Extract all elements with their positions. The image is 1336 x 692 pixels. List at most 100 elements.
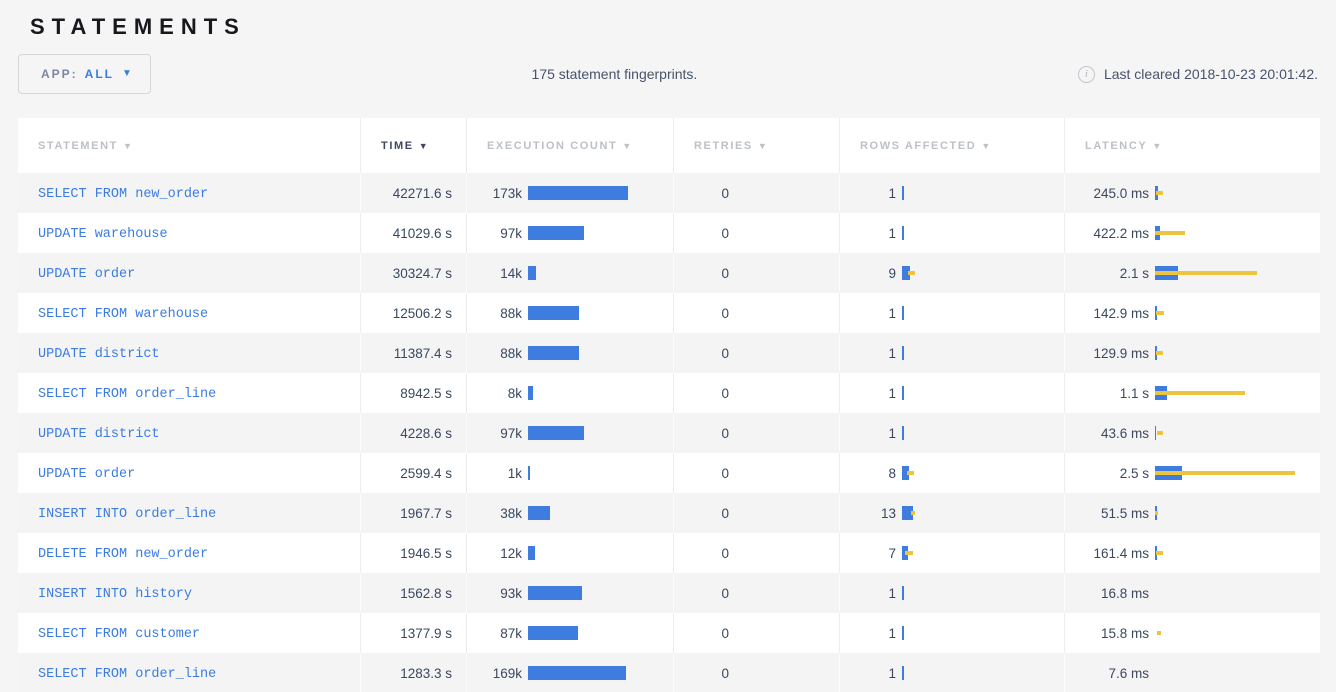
sort-arrow-icon: ▼ bbox=[758, 141, 769, 151]
bar-chart bbox=[1155, 625, 1320, 641]
bar-chart bbox=[1155, 185, 1320, 201]
bar-chart bbox=[902, 345, 1064, 361]
bar-value: 2.1 s bbox=[1065, 266, 1149, 281]
bar-value: 1 bbox=[840, 666, 896, 681]
table-row: SELECT FROM new_order42271.6 s173k01245.… bbox=[18, 173, 1320, 213]
bar-chart bbox=[1155, 465, 1320, 481]
statement-link[interactable]: UPDATE warehouse bbox=[38, 227, 168, 242]
bar-value: 0 bbox=[674, 226, 729, 241]
bar-value: 0 bbox=[674, 426, 729, 441]
stddev-bar bbox=[1156, 551, 1163, 555]
statement-link[interactable]: INSERT INTO order_line bbox=[38, 507, 216, 522]
bar-chart bbox=[528, 545, 673, 561]
statement-link[interactable]: SELECT FROM order_line bbox=[38, 387, 216, 402]
app-filter-dropdown[interactable]: APP: ALL ▼ bbox=[18, 54, 151, 94]
bar-value: 15.8 ms bbox=[1065, 626, 1149, 641]
mean-bar bbox=[902, 666, 904, 680]
bar-value: 88k bbox=[467, 306, 522, 321]
bar-chart bbox=[902, 625, 1064, 641]
mean-bar bbox=[902, 386, 904, 400]
bar-value: 1 bbox=[840, 426, 896, 441]
statement-count-summary: 175 statement fingerprints. bbox=[151, 66, 1078, 82]
mean-bar bbox=[528, 546, 535, 560]
bar-value: 173k bbox=[467, 186, 522, 201]
statement-link[interactable]: UPDATE district bbox=[38, 427, 160, 442]
page-title: STATEMENTS bbox=[30, 14, 1336, 40]
bar-chart bbox=[528, 265, 673, 281]
column-header-latency[interactable]: LATENCY▼ bbox=[1064, 118, 1320, 173]
stddev-bar bbox=[1156, 351, 1163, 355]
bar-chart bbox=[1155, 345, 1320, 361]
mean-bar bbox=[528, 426, 584, 440]
bar-chart bbox=[902, 585, 1064, 601]
sort-arrow-icon: ▼ bbox=[622, 141, 633, 151]
column-header-statement[interactable]: STATEMENT▼ bbox=[18, 118, 360, 173]
statement-link[interactable]: SELECT FROM new_order bbox=[38, 187, 208, 202]
stddev-bar bbox=[1155, 271, 1257, 275]
bar-value: 1 bbox=[840, 306, 896, 321]
bar-chart bbox=[528, 585, 673, 601]
bar-chart bbox=[902, 185, 1064, 201]
statement-link[interactable]: SELECT FROM customer bbox=[38, 627, 200, 642]
bar-chart bbox=[735, 185, 839, 201]
mean-bar bbox=[528, 386, 533, 400]
bar-chart bbox=[1155, 585, 1320, 601]
bar-chart bbox=[528, 225, 673, 241]
bar-value: 1 bbox=[840, 226, 896, 241]
bar-chart bbox=[735, 665, 839, 681]
bar-value: 8 bbox=[840, 466, 896, 481]
mean-bar bbox=[902, 186, 904, 200]
time-value: 1946.5 s bbox=[360, 533, 466, 573]
column-header-rows-affected[interactable]: ROWS AFFECTED▼ bbox=[839, 118, 1064, 173]
mean-bar bbox=[528, 266, 536, 280]
time-value: 30324.7 s bbox=[360, 253, 466, 293]
column-header-time[interactable]: TIME▼ bbox=[360, 118, 466, 173]
time-value: 1967.7 s bbox=[360, 493, 466, 533]
statement-link[interactable]: UPDATE order bbox=[38, 467, 135, 482]
table-row: UPDATE district11387.4 s88k01129.9 ms bbox=[18, 333, 1320, 373]
bar-chart bbox=[1155, 545, 1320, 561]
mean-bar bbox=[528, 666, 626, 680]
bar-value: 422.2 ms bbox=[1065, 226, 1149, 241]
bar-chart bbox=[735, 425, 839, 441]
statement-link[interactable]: SELECT FROM order_line bbox=[38, 667, 216, 682]
time-value: 1377.9 s bbox=[360, 613, 466, 653]
time-value: 2599.4 s bbox=[360, 453, 466, 493]
column-header-retries[interactable]: RETRIES▼ bbox=[673, 118, 839, 173]
app-filter-label: APP: bbox=[41, 67, 78, 81]
bar-value: 93k bbox=[467, 586, 522, 601]
bar-value: 0 bbox=[674, 386, 729, 401]
mean-bar bbox=[528, 226, 584, 240]
bar-chart bbox=[735, 385, 839, 401]
time-value: 12506.2 s bbox=[360, 293, 466, 333]
last-cleared-text: Last cleared 2018-10-23 20:01:42. bbox=[1104, 66, 1318, 82]
statement-link[interactable]: UPDATE district bbox=[38, 347, 160, 362]
info-icon[interactable]: i bbox=[1078, 66, 1095, 83]
bar-value: 0 bbox=[674, 666, 729, 681]
bar-value: 0 bbox=[674, 626, 729, 641]
table-row: SELECT FROM warehouse12506.2 s88k01142.9… bbox=[18, 293, 1320, 333]
table-row: UPDATE warehouse41029.6 s97k01422.2 ms bbox=[18, 213, 1320, 253]
bar-value: 14k bbox=[467, 266, 522, 281]
bar-chart bbox=[1155, 425, 1320, 441]
statements-page: STATEMENTS APP: ALL ▼ 175 statement fing… bbox=[0, 14, 1336, 692]
statement-link[interactable]: UPDATE order bbox=[38, 267, 135, 282]
bar-value: 88k bbox=[467, 346, 522, 361]
stddev-bar bbox=[1157, 431, 1163, 435]
table-row: SELECT FROM customer1377.9 s87k0115.8 ms bbox=[18, 613, 1320, 653]
mean-bar bbox=[528, 306, 579, 320]
mean-bar bbox=[902, 346, 904, 360]
statement-link[interactable]: SELECT FROM warehouse bbox=[38, 307, 208, 322]
bar-value: 1k bbox=[467, 466, 522, 481]
bar-value: 38k bbox=[467, 506, 522, 521]
bar-value: 1 bbox=[840, 346, 896, 361]
column-header-execution-count[interactable]: EXECUTION COUNT▼ bbox=[466, 118, 673, 173]
bar-value: 0 bbox=[674, 306, 729, 321]
bar-chart bbox=[902, 465, 1064, 481]
bar-value: 0 bbox=[674, 266, 729, 281]
statement-link[interactable]: DELETE FROM new_order bbox=[38, 547, 208, 562]
bar-value: 1 bbox=[840, 626, 896, 641]
statement-link[interactable]: INSERT INTO history bbox=[38, 587, 192, 602]
mean-bar bbox=[528, 506, 550, 520]
bar-value: 1 bbox=[840, 386, 896, 401]
